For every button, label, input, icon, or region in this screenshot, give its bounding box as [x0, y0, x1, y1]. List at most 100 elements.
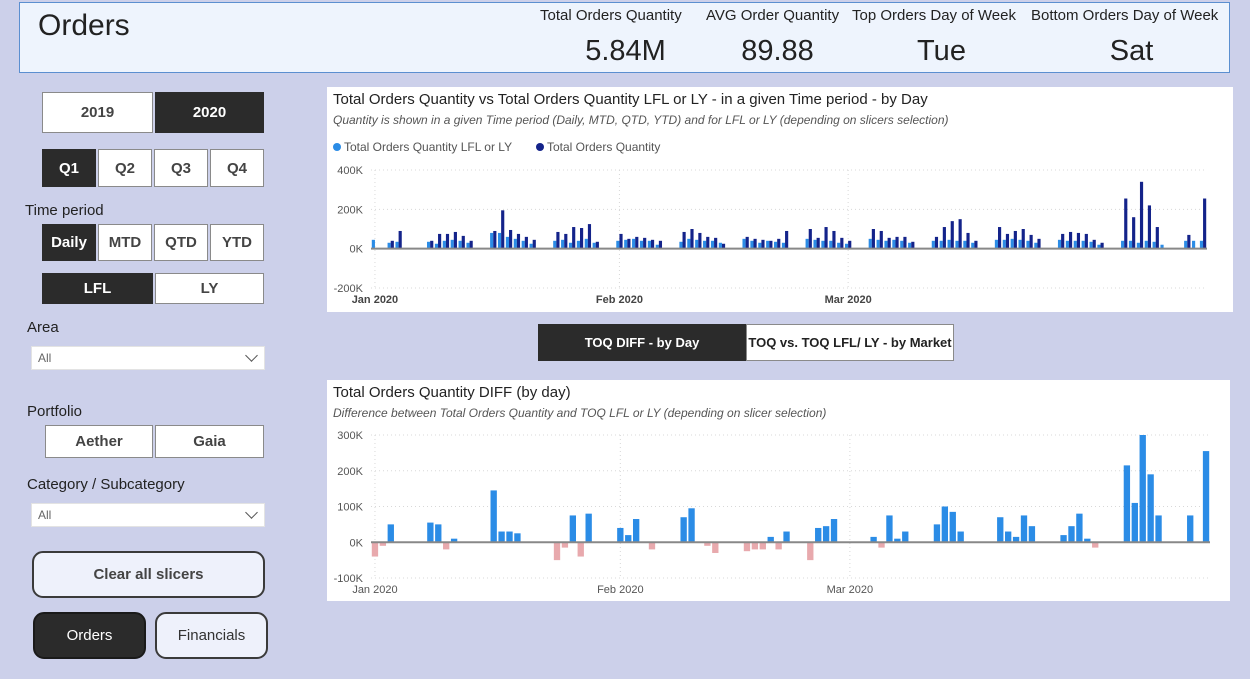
bar-current — [595, 241, 599, 249]
kpi-label-avg-order: AVG Order Quantity — [706, 7, 840, 24]
toggle-toq-by-market[interactable]: TOQ vs. TOQ LFL/ LY - by Market — [746, 324, 954, 361]
bar-lfl — [1184, 240, 1188, 249]
quarter-q3-button[interactable]: Q3 — [154, 149, 208, 187]
toggle-toq-diff-by-day[interactable]: TOQ DIFF - by Day — [538, 324, 746, 361]
quarter-q1-button[interactable]: Q1 — [42, 149, 96, 187]
bar-lfl — [576, 240, 580, 249]
bar-current — [1203, 198, 1207, 249]
header-bar: Orders Total Orders Quantity 5.84M AVG O… — [19, 2, 1230, 73]
period-mtd-button[interactable]: MTD — [98, 224, 152, 261]
bar-lfl — [829, 240, 833, 249]
bar-current — [532, 239, 536, 249]
bar-lfl — [521, 240, 525, 249]
bar-current — [1132, 217, 1136, 249]
period-qtd-button[interactable]: QTD — [154, 224, 208, 261]
portfolio-gaia-button[interactable]: Gaia — [155, 425, 264, 458]
bar-current — [1068, 231, 1073, 249]
bar-positive — [815, 527, 822, 543]
bar-positive — [506, 531, 513, 543]
bar-lfl — [1081, 240, 1085, 249]
portfolio-aether-button[interactable]: Aether — [45, 425, 153, 458]
area-dropdown[interactable]: All — [31, 346, 265, 370]
bar-lfl — [955, 240, 959, 249]
x-tick-label: Jan 2020 — [352, 584, 397, 596]
quarter-q4-button[interactable]: Q4 — [210, 149, 264, 187]
year-2020-button[interactable]: 2020 — [155, 92, 264, 133]
bar-lfl — [395, 241, 399, 249]
year-2019-button[interactable]: 2019 — [42, 92, 153, 133]
bar-positive — [997, 517, 1004, 543]
bar-current — [745, 236, 749, 249]
clear-all-slicers-button[interactable]: Clear all slicers — [32, 551, 265, 598]
bar-current — [509, 229, 513, 249]
bar-negative — [577, 542, 584, 557]
quarter-q2-button[interactable]: Q2 — [98, 149, 152, 187]
bar-current — [627, 238, 631, 249]
bar-positive — [514, 533, 521, 543]
bar-lfl — [442, 240, 446, 249]
bar-lfl — [1144, 240, 1148, 249]
period-ytd-button[interactable]: YTD — [210, 224, 264, 261]
bar-current — [950, 221, 954, 249]
bar-current — [619, 233, 623, 249]
bar-current — [848, 240, 852, 249]
bar-positive — [902, 531, 909, 543]
chart-toq-vs-lfl-card: Total Orders Quantity vs Total Orders Qu… — [327, 87, 1233, 312]
bar-current — [887, 237, 891, 249]
bar-current — [777, 238, 781, 249]
bar-current — [556, 231, 560, 249]
bar-lfl — [821, 240, 825, 249]
bar-current — [761, 239, 765, 249]
bar-lfl — [1199, 240, 1204, 249]
nav-financials-button[interactable]: Financials — [155, 612, 268, 659]
bar-positive — [1060, 535, 1067, 543]
bar-current — [1155, 227, 1159, 249]
bar-current — [1124, 198, 1128, 249]
bar-current — [832, 230, 836, 249]
bar-lfl — [774, 241, 778, 249]
bar-current — [1005, 233, 1010, 249]
bar-lfl — [1121, 240, 1125, 249]
bar-current — [469, 240, 473, 249]
category-label: Category / Subcategory — [27, 476, 185, 493]
bar-current — [461, 235, 465, 249]
bar-lfl — [426, 241, 431, 249]
area-label: Area — [27, 319, 59, 336]
bar-positive — [1131, 502, 1138, 543]
bar-lfl — [505, 236, 510, 249]
y-tick-label: 0K — [350, 244, 364, 256]
bar-negative — [775, 542, 782, 550]
comparison-lfl-button[interactable]: LFL — [42, 273, 153, 304]
bar-current — [769, 240, 773, 249]
bar-current — [840, 237, 844, 249]
y-tick-label: 200K — [337, 204, 363, 216]
bar-lfl — [813, 239, 817, 249]
bar-current — [1029, 234, 1033, 249]
bar-negative — [751, 542, 759, 550]
period-daily-button[interactable]: Daily — [42, 224, 96, 261]
bar-current — [682, 231, 686, 249]
comparison-ly-button[interactable]: LY — [155, 273, 264, 304]
bar-lfl — [584, 238, 588, 249]
bar-lfl — [513, 238, 517, 249]
bar-lfl — [750, 240, 754, 249]
bar-lfl — [1026, 240, 1030, 249]
bar-current — [580, 228, 584, 249]
bar-lfl — [1065, 240, 1069, 249]
y-tick-label: 300K — [337, 430, 363, 442]
bar-positive — [387, 524, 394, 543]
bar-positive — [427, 522, 434, 543]
nav-orders-button[interactable]: Orders — [33, 612, 146, 659]
bar-lfl — [1002, 239, 1006, 249]
category-dropdown[interactable]: All — [31, 503, 265, 527]
bar-positive — [585, 513, 592, 543]
bar-lfl — [703, 240, 707, 249]
bar-current — [903, 236, 907, 249]
bar-current — [1037, 238, 1041, 249]
bar-current — [1147, 205, 1152, 249]
bar-lfl — [710, 240, 715, 249]
bar-positive — [1187, 515, 1194, 543]
bar-current — [1092, 239, 1096, 249]
bar-current — [658, 240, 663, 249]
portfolio-label: Portfolio — [27, 403, 83, 420]
